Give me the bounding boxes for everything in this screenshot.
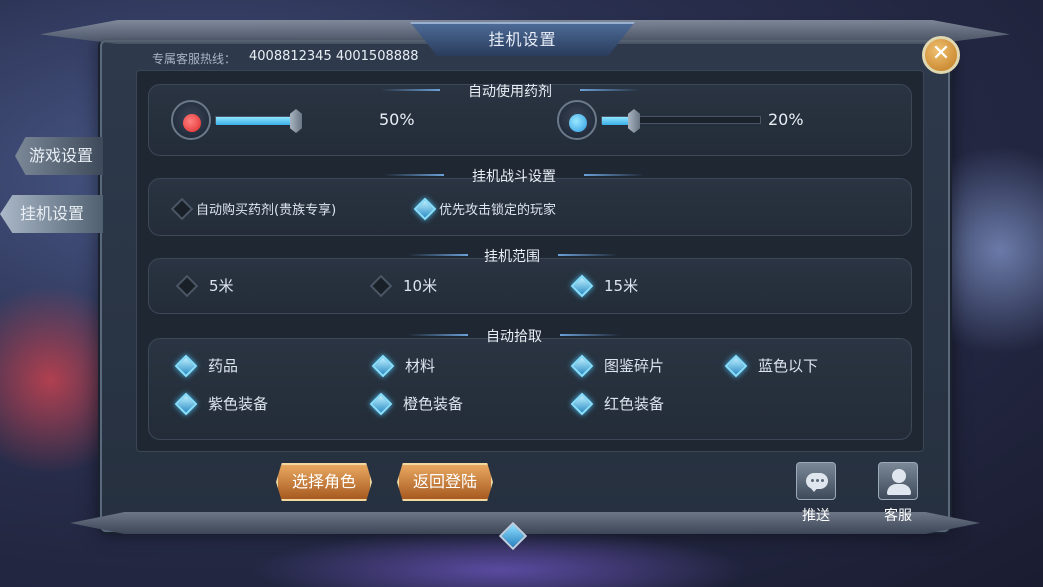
range-option-5m[interactable]: 5米 bbox=[175, 274, 234, 297]
range-section bbox=[148, 258, 912, 314]
range-section-title: 挂机范围 bbox=[484, 249, 540, 265]
option-label: 5米 bbox=[209, 277, 234, 295]
radio-diamond-icon bbox=[570, 274, 594, 297]
close-button[interactable]: ✕ bbox=[922, 36, 960, 74]
option-label: 优先攻击锁定的玩家 bbox=[439, 203, 557, 218]
title-ornament bbox=[558, 254, 618, 256]
hotline-label: 专属客服热线： bbox=[152, 52, 237, 66]
pickup-option[interactable]: 紫色装备 bbox=[174, 392, 269, 415]
mp-percent: 20% bbox=[768, 110, 804, 129]
pickup-option[interactable]: 蓝色以下 bbox=[724, 354, 819, 377]
mp-slider-handle[interactable] bbox=[628, 109, 640, 133]
title-ornament bbox=[580, 89, 640, 91]
agent-icon bbox=[892, 469, 906, 483]
pickup-section-title: 自动拾取 bbox=[486, 329, 542, 345]
background-glow bbox=[250, 530, 750, 587]
title-ornament bbox=[584, 174, 644, 176]
checkbox-diamond-icon bbox=[724, 354, 748, 377]
option-label: 红色装备 bbox=[604, 395, 665, 413]
option-label: 橙色装备 bbox=[403, 395, 464, 413]
pickup-option[interactable]: 红色装备 bbox=[570, 392, 665, 415]
hp-slider-fill bbox=[216, 117, 296, 125]
red-potion-icon bbox=[171, 100, 211, 140]
option-label: 紫色装备 bbox=[208, 395, 269, 413]
back-to-login-button[interactable]: 返回登陆 bbox=[397, 463, 493, 501]
checkbox-diamond-icon bbox=[174, 354, 198, 377]
option-label: 图鉴碎片 bbox=[604, 357, 665, 375]
hotline-numbers: 4008812345 4001508888 bbox=[249, 49, 419, 64]
panel-bottom-frame bbox=[70, 512, 980, 534]
customer-service-label: 客服 bbox=[884, 508, 912, 524]
tab-idle-settings[interactable]: 挂机设置 bbox=[0, 195, 103, 233]
range-option-15m[interactable]: 15米 bbox=[570, 274, 639, 297]
close-icon: ✕ bbox=[931, 41, 951, 66]
potion-liquid bbox=[183, 114, 201, 132]
hp-percent: 50% bbox=[379, 110, 415, 129]
option-label: 自动购买药剂(贵族专享) bbox=[196, 203, 337, 218]
checkbox-diamond-icon bbox=[371, 354, 395, 377]
checkbox-diamond-icon bbox=[413, 197, 437, 220]
option-label: 15米 bbox=[604, 277, 639, 295]
potion-section-title: 自动使用药剂 bbox=[468, 84, 552, 100]
pickup-option[interactable]: 药品 bbox=[174, 354, 239, 377]
checkbox-diamond-icon bbox=[174, 392, 198, 415]
panel-title: 挂机设置 bbox=[488, 30, 557, 49]
tab-game-settings[interactable]: 游戏设置 bbox=[15, 137, 103, 175]
option-label: 药品 bbox=[208, 357, 239, 375]
customer-service-button[interactable] bbox=[878, 462, 918, 500]
option-label: 蓝色以下 bbox=[758, 357, 819, 375]
blue-potion-icon bbox=[557, 100, 597, 140]
checkbox-diamond-icon bbox=[570, 354, 594, 377]
title-ornament bbox=[560, 334, 620, 336]
radio-diamond-icon bbox=[175, 274, 199, 297]
checkbox-diamond-icon bbox=[170, 197, 194, 220]
push-button[interactable] bbox=[796, 462, 836, 500]
chat-bubble-icon bbox=[806, 473, 828, 492]
pickup-option[interactable]: 图鉴碎片 bbox=[570, 354, 665, 377]
push-label: 推送 bbox=[802, 508, 830, 524]
hp-slider-handle[interactable] bbox=[290, 109, 302, 133]
option-label: 10米 bbox=[403, 277, 438, 295]
attack-locked-player-option[interactable]: 优先攻击锁定的玩家 bbox=[413, 197, 557, 220]
checkbox-diamond-icon bbox=[369, 392, 393, 415]
agent-body bbox=[887, 484, 911, 495]
option-label: 材料 bbox=[405, 357, 436, 375]
range-option-10m[interactable]: 10米 bbox=[369, 274, 438, 297]
radio-diamond-icon bbox=[369, 274, 393, 297]
combat-section-title: 挂机战斗设置 bbox=[472, 169, 556, 185]
pickup-option[interactable]: 橙色装备 bbox=[369, 392, 464, 415]
checkbox-diamond-icon bbox=[570, 392, 594, 415]
potion-liquid bbox=[569, 114, 587, 132]
pickup-section bbox=[148, 338, 912, 440]
select-role-button[interactable]: 选择角色 bbox=[276, 463, 372, 501]
pickup-option[interactable]: 材料 bbox=[371, 354, 436, 377]
auto-buy-potion-option[interactable]: 自动购买药剂(贵族专享) bbox=[170, 197, 337, 220]
